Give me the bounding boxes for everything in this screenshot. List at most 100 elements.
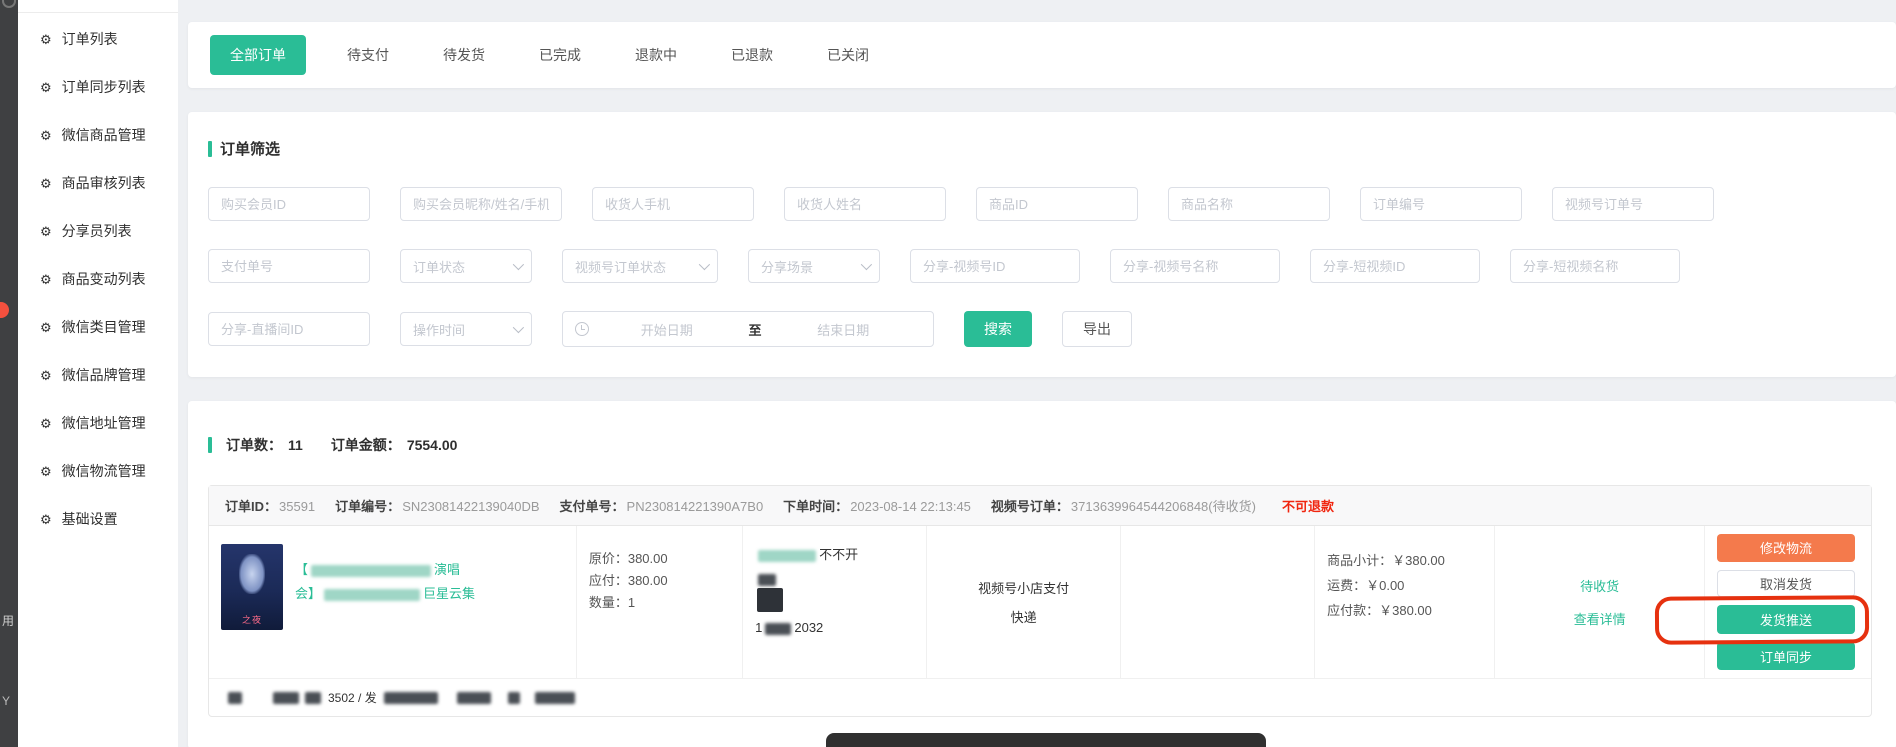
redacted-block bbox=[765, 623, 791, 635]
price-cell: 原价：380.00 应付：380.00 数量：1 bbox=[577, 526, 743, 678]
sidebar-item-label: 分享员列表 bbox=[62, 221, 132, 241]
sidebar-item-wechat-logistics[interactable]: ⚙ 微信物流管理 bbox=[18, 447, 178, 495]
filter-select-wxvideo-order-status[interactable]: 视频号订单状态 bbox=[562, 249, 718, 283]
buyer-phone-suffix: 2032 bbox=[794, 620, 823, 635]
gear-icon: ⚙ bbox=[40, 129, 52, 142]
gear-icon: ⚙ bbox=[40, 369, 52, 382]
filter-input-share-video-id[interactable] bbox=[910, 249, 1080, 283]
poster-caption: 之夜 bbox=[221, 613, 283, 626]
status-cell: 待收货 查看详情 bbox=[1495, 526, 1705, 678]
search-button[interactable]: 搜索 bbox=[964, 311, 1032, 347]
filter-input-product-id[interactable] bbox=[976, 187, 1138, 221]
order-sync-button[interactable]: 订单同步 bbox=[1717, 642, 1855, 670]
sidebar-item-basic-settings[interactable]: ⚙ 基础设置 bbox=[18, 495, 178, 543]
filter-input-wxvideo-order-no[interactable] bbox=[1552, 187, 1714, 221]
sidebar-item-label: 订单同步列表 bbox=[62, 77, 146, 97]
filter-input-product-name[interactable] bbox=[1168, 187, 1330, 221]
tab-all-orders[interactable]: 全部订单 bbox=[210, 35, 306, 75]
sidebar-item-wechat-category[interactable]: ⚙ 微信类目管理 bbox=[18, 303, 178, 351]
chevron-down-icon bbox=[699, 259, 710, 270]
order-count-label: 订单数： bbox=[226, 435, 282, 455]
sidebar-item-label: 商品审核列表 bbox=[62, 173, 146, 193]
order-sn-label: 订单编号： bbox=[335, 499, 400, 514]
sidebar-item-wechat-brand[interactable]: ⚙ 微信品牌管理 bbox=[18, 351, 178, 399]
redacted-block bbox=[324, 589, 420, 601]
filter-input-pay-no[interactable] bbox=[208, 249, 370, 283]
totals-cell: 商品小计：￥380.00 运费：￥0.00 应付款：￥380.00 bbox=[1315, 526, 1495, 678]
export-button[interactable]: 导出 bbox=[1062, 311, 1132, 347]
gear-icon: ⚙ bbox=[40, 177, 52, 190]
buyer-fragment: 不不开 bbox=[819, 547, 858, 562]
sidebar-item-product-change[interactable]: ⚙ 商品变动列表 bbox=[18, 255, 178, 303]
chevron-down-icon bbox=[513, 259, 524, 270]
order-card-footer: 3502 / 发 bbox=[209, 678, 1871, 716]
redacted-block bbox=[273, 692, 299, 704]
filter-input-share-shortvideo-id[interactable] bbox=[1310, 249, 1480, 283]
daterange-separator: 至 bbox=[745, 320, 766, 339]
sidebar-divider bbox=[18, 12, 178, 13]
tab-refunding[interactable]: 退款中 bbox=[608, 35, 704, 75]
sidebar-item-sharer-list[interactable]: ⚙ 分享员列表 bbox=[18, 207, 178, 255]
filter-input-receiver-name[interactable] bbox=[784, 187, 946, 221]
redacted-block bbox=[457, 692, 491, 704]
redacted-block bbox=[311, 565, 431, 577]
buyer-cell: 不不开 12032 bbox=[743, 526, 927, 678]
filter-input-share-shortvideo-name[interactable] bbox=[1510, 249, 1680, 283]
no-refund-flag: 不可退款 bbox=[1282, 496, 1334, 515]
tab-pending-payment[interactable]: 待支付 bbox=[320, 35, 416, 75]
bottom-toast bbox=[826, 733, 1266, 747]
view-detail-link[interactable]: 查看详情 bbox=[1574, 609, 1626, 628]
orders-list-panel: 订单数： 11 订单金额： 7554.00 订单ID：35591 订单编号：SN… bbox=[188, 401, 1896, 747]
filter-input-receiver-phone[interactable] bbox=[592, 187, 754, 221]
filter-row-1 bbox=[208, 187, 1872, 221]
sidebar-item-order-sync-list[interactable]: ⚙ 订单同步列表 bbox=[18, 63, 178, 111]
filter-input-share-live-id[interactable] bbox=[208, 312, 370, 346]
gear-icon: ⚙ bbox=[40, 417, 52, 430]
tab-completed[interactable]: 已完成 bbox=[512, 35, 608, 75]
tab-refunded[interactable]: 已退款 bbox=[704, 35, 800, 75]
subtotal-line: 商品小计：￥380.00 bbox=[1327, 548, 1482, 573]
redacted-block bbox=[535, 692, 575, 704]
order-status-tabs: 全部订单 待支付 待发货 已完成 退款中 已退款 已关闭 bbox=[188, 22, 1896, 88]
tab-closed[interactable]: 已关闭 bbox=[800, 35, 896, 75]
sidebar-item-wechat-address[interactable]: ⚙ 微信地址管理 bbox=[18, 399, 178, 447]
collapsed-rail: 用 Y bbox=[0, 0, 18, 747]
order-status-text: 待收货 bbox=[1580, 576, 1619, 595]
filter-select-share-scene[interactable]: 分享场景 bbox=[748, 249, 880, 283]
sidebar-item-product-audit[interactable]: ⚙ 商品审核列表 bbox=[18, 159, 178, 207]
sidebar-item-order-list[interactable]: ⚙ 订单列表 bbox=[18, 15, 178, 63]
redacted-block bbox=[228, 692, 242, 704]
price-quantity: 数量：1 bbox=[589, 592, 730, 614]
sidebar-item-label: 订单列表 bbox=[62, 29, 118, 49]
filter-select-op-time[interactable]: 操作时间 bbox=[400, 312, 532, 346]
daterange-start[interactable]: 开始日期 bbox=[589, 320, 745, 339]
orders-stats-line: 订单数： 11 订单金额： 7554.00 bbox=[208, 435, 1872, 455]
gear-icon: ⚙ bbox=[40, 513, 52, 526]
order-count-value: 11 bbox=[288, 437, 303, 453]
filter-input-buyer-nickname[interactable] bbox=[400, 187, 562, 221]
cancel-shipment-button[interactable]: 取消发货 bbox=[1717, 570, 1855, 598]
price-original: 原价：380.00 bbox=[589, 548, 730, 570]
sidebar-item-wechat-product[interactable]: ⚙ 微信商品管理 bbox=[18, 111, 178, 159]
pay-no-value: PN230814221390A7B0 bbox=[627, 499, 764, 514]
section-accent-bar bbox=[208, 437, 212, 453]
empty-cell bbox=[1121, 526, 1315, 678]
filter-daterange-picker[interactable]: 开始日期 至 结束日期 bbox=[562, 311, 934, 347]
filter-input-share-video-name[interactable] bbox=[1110, 249, 1280, 283]
ship-push-button[interactable]: 发货推送 bbox=[1717, 605, 1855, 634]
filter-input-order-sn[interactable] bbox=[1360, 187, 1522, 221]
price-payable: 应付：380.00 bbox=[589, 570, 730, 592]
daterange-end[interactable]: 结束日期 bbox=[766, 320, 922, 339]
filter-select-order-status[interactable]: 订单状态 bbox=[400, 249, 532, 283]
order-time-label: 下单时间： bbox=[783, 499, 848, 514]
tab-pending-shipment[interactable]: 待发货 bbox=[416, 35, 512, 75]
main-content: 全部订单 待支付 待发货 已完成 退款中 已退款 已关闭 订单筛选 订单状态 bbox=[178, 0, 1896, 747]
filter-input-buyer-id[interactable] bbox=[208, 187, 370, 221]
actions-cell: 修改物流 取消发货 发货推送 订单同步 bbox=[1705, 526, 1871, 678]
sidebar-item-label: 微信地址管理 bbox=[62, 413, 146, 433]
order-id-value: 35591 bbox=[279, 499, 315, 514]
redacted-block bbox=[384, 692, 438, 704]
sidebar-item-label: 微信品牌管理 bbox=[62, 365, 146, 385]
redacted-block bbox=[758, 574, 776, 586]
modify-logistics-button[interactable]: 修改物流 bbox=[1717, 534, 1855, 562]
